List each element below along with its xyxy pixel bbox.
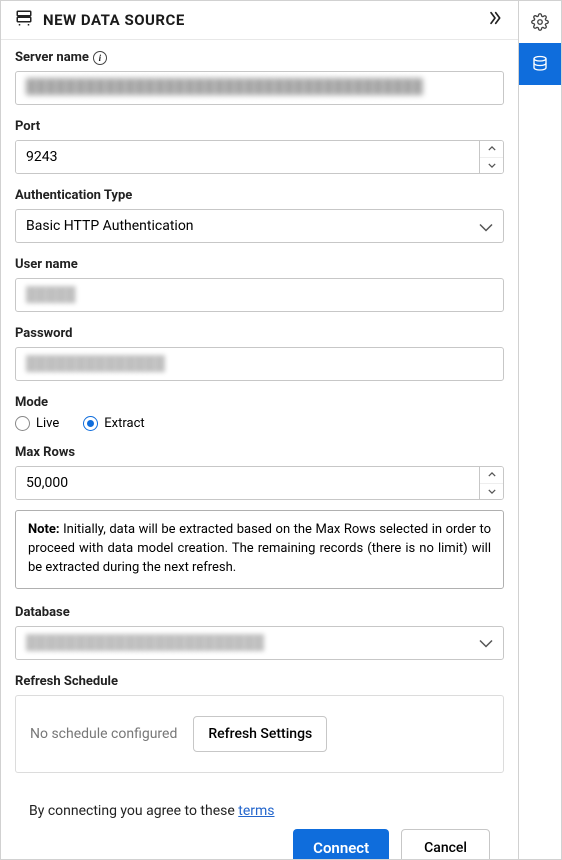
auth-type-label: Authentication Type <box>15 188 132 203</box>
mode-extract-radio[interactable]: Extract <box>83 416 144 431</box>
port-input[interactable] <box>15 140 504 174</box>
note-text: Initially, data will be extracted based … <box>28 522 491 575</box>
cancel-button[interactable]: Cancel <box>401 829 490 859</box>
chevron-down-icon <box>479 217 493 236</box>
mode-live-radio[interactable]: Live <box>15 416 59 431</box>
right-sidebar <box>519 1 561 859</box>
server-name-input[interactable]: ████████████████████████████████████████ <box>15 71 504 105</box>
info-icon[interactable]: i <box>93 51 107 65</box>
username-label: User name <box>15 257 78 272</box>
mode-live-label: Live <box>36 416 59 431</box>
maxrows-input[interactable] <box>15 466 504 500</box>
maxrows-step-down[interactable] <box>480 484 503 500</box>
maxrows-label: Max Rows <box>15 445 75 460</box>
mode-label: Mode <box>15 395 48 410</box>
database-icon[interactable] <box>519 43 561 85</box>
port-label: Port <box>15 119 40 134</box>
note-prefix: Note: <box>28 522 60 537</box>
port-step-down[interactable] <box>480 158 503 174</box>
agree-text: By connecting you agree to these <box>29 803 238 819</box>
database-label: Database <box>15 605 70 620</box>
connect-button[interactable]: Connect <box>293 829 389 859</box>
maxrows-step-up[interactable] <box>480 467 503 484</box>
panel-header: NEW DATA SOURCE <box>1 1 518 40</box>
port-step-up[interactable] <box>480 141 503 158</box>
collapse-icon[interactable] <box>486 10 504 31</box>
username-input[interactable]: █████ <box>15 278 504 312</box>
auth-type-value: Basic HTTP Authentication <box>26 218 479 234</box>
settings-icon[interactable] <box>519 1 561 43</box>
mode-extract-label: Extract <box>104 416 144 431</box>
refresh-box: No schedule configured Refresh Settings <box>15 695 504 773</box>
terms-link[interactable]: terms <box>238 803 274 819</box>
maxrows-value[interactable] <box>16 467 479 499</box>
refresh-empty-msg: No schedule configured <box>30 726 177 742</box>
main-panel: NEW DATA SOURCE Server name i ██████████… <box>1 1 519 859</box>
note-box: Note: Initially, data will be extracted … <box>15 510 504 589</box>
database-value: ████████████████████████ <box>26 634 479 651</box>
panel-title: NEW DATA SOURCE <box>43 11 476 29</box>
password-input[interactable]: ██████████████ <box>15 347 504 381</box>
datasource-icon <box>15 9 33 31</box>
refresh-label: Refresh Schedule <box>15 674 118 689</box>
auth-type-select[interactable]: Basic HTTP Authentication <box>15 209 504 243</box>
footer: By connecting you agree to these terms C… <box>15 789 504 859</box>
password-label: Password <box>15 326 72 341</box>
refresh-settings-button[interactable]: Refresh Settings <box>193 716 327 752</box>
database-select[interactable]: ████████████████████████ <box>15 626 504 660</box>
server-name-label: Server name <box>15 50 89 65</box>
port-value[interactable] <box>16 141 479 173</box>
chevron-down-icon <box>479 633 493 652</box>
